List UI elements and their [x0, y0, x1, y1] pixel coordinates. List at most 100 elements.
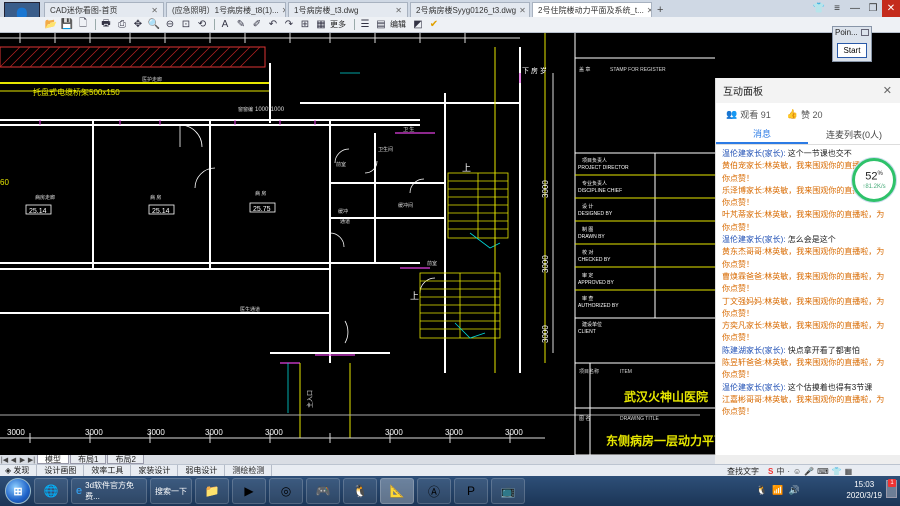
edit-button[interactable]: 编辑 — [390, 19, 406, 30]
tab-emergency-lighting[interactable]: (应急照明）1号病房楼_t8(1)...✕ — [166, 2, 286, 17]
tab-messages[interactable]: 消息 — [716, 125, 808, 144]
menu-discover[interactable]: ◈ 发现 — [3, 465, 38, 476]
close-icon[interactable]: ✕ — [151, 6, 158, 15]
layers-icon[interactable]: ☰ — [358, 18, 372, 31]
more-icon[interactable]: ▦ — [314, 18, 328, 31]
tab-power-plan[interactable]: 2号住院楼动力平面及系统_t...✕ — [532, 2, 652, 17]
menu-survey[interactable]: 测绘检测 — [225, 465, 273, 476]
menu-icon[interactable]: ≡ — [828, 0, 846, 17]
start-button[interactable]: Start — [837, 43, 867, 58]
undo-icon[interactable]: ↶ — [266, 18, 280, 31]
menu-home-design[interactable]: 家装设计 — [131, 465, 179, 476]
chat-sender: 你点赞！ — [722, 222, 754, 232]
check-icon[interactable]: ✔ — [427, 18, 441, 31]
tab-home[interactable]: CAD迷你看图-首页 ✕ — [44, 2, 164, 17]
show-desktop-button[interactable]: 1 — [886, 479, 897, 498]
dim-label: 3000 — [541, 180, 550, 198]
room-label: 病 房 — [150, 194, 161, 201]
chat-sender: 你点赞！ — [722, 333, 754, 343]
close-icon[interactable]: ✕ — [282, 6, 285, 15]
chat-sender: 黄伯宠家长: — [722, 161, 765, 171]
tray-network-icon[interactable]: 📶 — [772, 485, 783, 496]
mic-icon[interactable]: 🎤 — [804, 467, 814, 476]
clock[interactable]: 15:03 2020/3/19 — [846, 479, 882, 501]
last-layout-icon[interactable]: ▶| — [27, 456, 36, 464]
skin-icon[interactable]: 👕 — [832, 467, 842, 476]
minimize-icon[interactable]: — — [846, 0, 864, 17]
prev-layout-icon[interactable]: ◀ — [9, 456, 18, 464]
chat-text: 林英敏，我来围观你的直播啦，为 — [764, 210, 885, 220]
punctuation-icon[interactable]: · — [787, 467, 790, 476]
tray-qq-icon[interactable]: 🐧 — [756, 485, 767, 496]
taskbar-360-icon[interactable]: ◎ — [269, 478, 303, 504]
tab-ward2[interactable]: 2号病房楼Syyg0126_t3.dwg ✕ — [410, 2, 530, 17]
chat-text: 快点拿开看了都害怕 — [785, 345, 860, 355]
zoom-icon[interactable]: 🔍 — [147, 18, 161, 31]
taskbar-chrome-icon[interactable]: 🌐 — [34, 478, 68, 504]
edit-icon[interactable]: ▤ — [374, 18, 388, 31]
keyboard-icon[interactable]: ⌨ — [817, 467, 829, 476]
print-icon[interactable]: 🖶 — [99, 18, 113, 31]
close-window-icon[interactable]: ✕ — [882, 0, 900, 17]
taskbar-explorer-icon[interactable]: 📁 — [195, 478, 229, 504]
taskbar-cad-viewer-icon[interactable]: 📐 — [380, 478, 414, 504]
close-icon[interactable]: ✕ — [395, 6, 402, 15]
taskbar-ie-window[interactable]: e 3d软件官方免费... — [71, 478, 147, 504]
taskbar-ppt-icon[interactable]: P — [454, 478, 488, 504]
new-tab-button[interactable]: + — [657, 4, 663, 17]
zoom-out-icon[interactable]: ⊖ — [163, 18, 177, 31]
chat-message: 黄东杰哥哥:林英敏，我来围观你的直播啦，为 — [722, 246, 896, 258]
first-layout-icon[interactable]: |◀ — [0, 456, 9, 464]
text-icon[interactable]: A — [218, 18, 232, 31]
restore-icon[interactable] — [861, 29, 869, 36]
zoom-window-icon[interactable]: ⊡ — [179, 18, 193, 31]
more-button[interactable]: 更多 — [330, 19, 346, 30]
close-icon[interactable]: ✕ — [883, 84, 892, 97]
menu-efficiency[interactable]: 效率工具 — [84, 465, 132, 476]
save-icon[interactable]: 💾 — [60, 18, 74, 31]
highlight-icon[interactable]: ✐ — [250, 18, 264, 31]
taskbar-media-icon[interactable]: ▶ — [232, 478, 266, 504]
redo-icon[interactable]: ↷ — [282, 18, 296, 31]
color-icon[interactable]: ◩ — [411, 18, 425, 31]
tab-mic-list[interactable]: 连麦列表(0人) — [808, 125, 900, 144]
item-label: 项目名称 — [579, 368, 599, 375]
room-label: 缓冲 — [338, 208, 348, 215]
open-folder-icon[interactable]: 📂 — [44, 18, 58, 31]
next-layout-icon[interactable]: ▶ — [18, 456, 27, 464]
pan-icon[interactable]: ✥ — [131, 18, 145, 31]
layout-tab-2[interactable]: 布局2 — [107, 455, 144, 464]
close-icon[interactable]: ✕ — [519, 6, 526, 15]
close-icon[interactable]: ✕ — [647, 6, 651, 15]
tray-volume-icon[interactable]: 🔊 — [788, 485, 799, 496]
regen-icon[interactable]: ⟲ — [195, 18, 209, 31]
chat-sender: 你点赞！ — [722, 259, 754, 269]
tab-ward1[interactable]: 1号病房楼_t3.dwg ✕ — [288, 2, 408, 17]
chat-text: 林英敏，我来围观你的直播啦，为 — [764, 296, 885, 306]
taskbar-game-icon[interactable]: 🎮 — [306, 478, 340, 504]
taskbar-search-button[interactable]: 搜索一下 — [150, 478, 192, 504]
maximize-icon[interactable]: ❐ — [864, 0, 882, 17]
file-icon[interactable]: 🗋 — [76, 18, 90, 31]
export-icon[interactable]: ⎙ — [115, 18, 129, 31]
layout-tab-model[interactable]: 模型 — [37, 455, 69, 464]
pencil-icon[interactable]: ✎ — [234, 18, 248, 31]
measure-icon[interactable]: ⊞ — [298, 18, 312, 31]
title-block-role: 设 计 — [582, 203, 593, 210]
sogou-icon[interactable]: S — [768, 467, 773, 476]
emoji-icon[interactable]: ☺ — [793, 467, 801, 476]
toolbox-icon[interactable]: ▦ — [845, 467, 853, 476]
taskbar-autocad-icon[interactable]: Ⓐ — [417, 478, 451, 504]
taskbar-live-icon[interactable]: 📺 — [491, 478, 525, 504]
skin-icon[interactable]: 👕 — [810, 0, 828, 17]
ime-chinese-icon[interactable]: 中 — [776, 466, 784, 477]
windows-start-icon[interactable]: ⊞ — [5, 478, 31, 504]
cad-drawing-canvas[interactable]: 托盘式电缆桥架500x150 医护走廊 1000*1000 窗窗编 病房走廊 2… — [0, 33, 715, 455]
chat-message: 温伦建家长(家长): 这个估摸着也得有3节课 — [722, 382, 896, 394]
menu-weak-current[interactable]: 弱电设计 — [178, 465, 226, 476]
layout-tab-1[interactable]: 布局1 — [70, 455, 107, 464]
menu-design-draw[interactable]: 设计画图 — [37, 465, 85, 476]
chat-message: 你点赞！ — [722, 308, 896, 320]
door-swings — [179, 124, 436, 344]
taskbar-qq-icon[interactable]: 🐧 — [343, 478, 377, 504]
